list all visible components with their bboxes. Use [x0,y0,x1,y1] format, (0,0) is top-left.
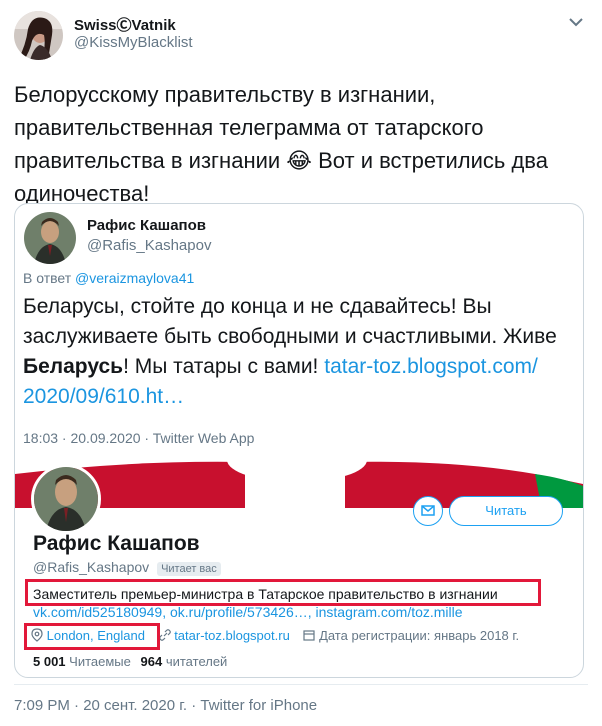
followers-label[interactable]: читателей [166,654,227,669]
quoted-handle[interactable]: @Rafis_Kashapov [87,237,211,254]
footer-divider [14,684,588,685]
reply-context: В ответ @veraizmaylova41 [23,270,194,286]
profile-handle-row: @Rafis_Kashapov Читает вас [33,559,221,576]
quoted-text: Беларусы, стойте до конца и не сдавайтес… [23,292,578,412]
following-label[interactable]: Читаемые [69,654,131,669]
reply-to-link[interactable]: @veraizmaylova41 [75,270,194,286]
tweet-text-line: правительственная телеграмма от татарско… [14,115,484,140]
tweet-text-line: Белорусскому правительству в изгнании, [14,82,436,107]
profile-website[interactable]: tatar-toz.blogspot.ru [174,628,290,643]
profile-stats: 5 001 Читаемые 964 читателей [33,654,227,669]
quoted-link-continued[interactable]: 2020/09/610.ht… [23,382,578,412]
quoted-line: Беларусь! Мы татары с вами! tatar-toz.bl… [23,352,578,382]
link-icon [158,629,171,641]
followers-count[interactable]: 964 [141,654,163,669]
message-button[interactable] [413,496,443,526]
profile-name: Рафис Кашапов [33,532,200,555]
quoted-bold-word: Беларусь [23,355,124,378]
profile-links-line[interactable]: vk.com/id525180949, ok.ru/profile/573426… [33,604,463,620]
calendar-icon [303,629,316,641]
quoted-display-name[interactable]: Рафис Кашапов [87,217,206,234]
quoted-timestamp[interactable]: 18:03 · 20.09.2020 · Twitter Web App [23,430,254,446]
tweet-text-line: правительства в изгнании 😂 Вот и встрети… [14,148,548,173]
reply-prefix: В ответ [23,270,72,286]
chevron-down-icon[interactable] [567,15,585,27]
envelope-icon [421,505,435,516]
embedded-screenshot-card[interactable]: Рафис Кашапов @Rafis_Kashapov В ответ @v… [14,203,584,678]
quoted-line-text: ! Мы татары с вами! [123,355,325,378]
profile-joined: Дата регистрации: январь 2018 г. [319,628,520,643]
quoted-link[interactable]: tatar-toz.blogspot.com/ [324,355,538,378]
following-count[interactable]: 5 001 [33,654,66,669]
bio-highlight-box [25,579,541,606]
location-highlight-box [24,623,160,650]
quoted-line: Беларусы, стойте до конца и не сдавайтес… [23,295,492,318]
tweet-footer[interactable]: 7:09 PM · 20 сент. 2020 г. · Twitter for… [14,697,317,714]
author-avatar[interactable] [14,11,63,60]
profile-handle[interactable]: @Rafis_Kashapov [33,559,149,575]
author-display-name[interactable]: SwissⒸVatnik [74,14,176,35]
tweet-text: Белорусскому правительству в изгнании, п… [14,78,594,210]
quoted-line: заслуживаете быть свободными и счастливы… [23,325,557,348]
profile-avatar[interactable] [31,464,101,534]
follow-button[interactable]: Читать [449,496,563,526]
follows-you-badge: Читает вас [157,562,221,576]
author-handle[interactable]: @KissMyBlacklist [74,34,193,51]
quoted-avatar[interactable] [24,212,76,264]
